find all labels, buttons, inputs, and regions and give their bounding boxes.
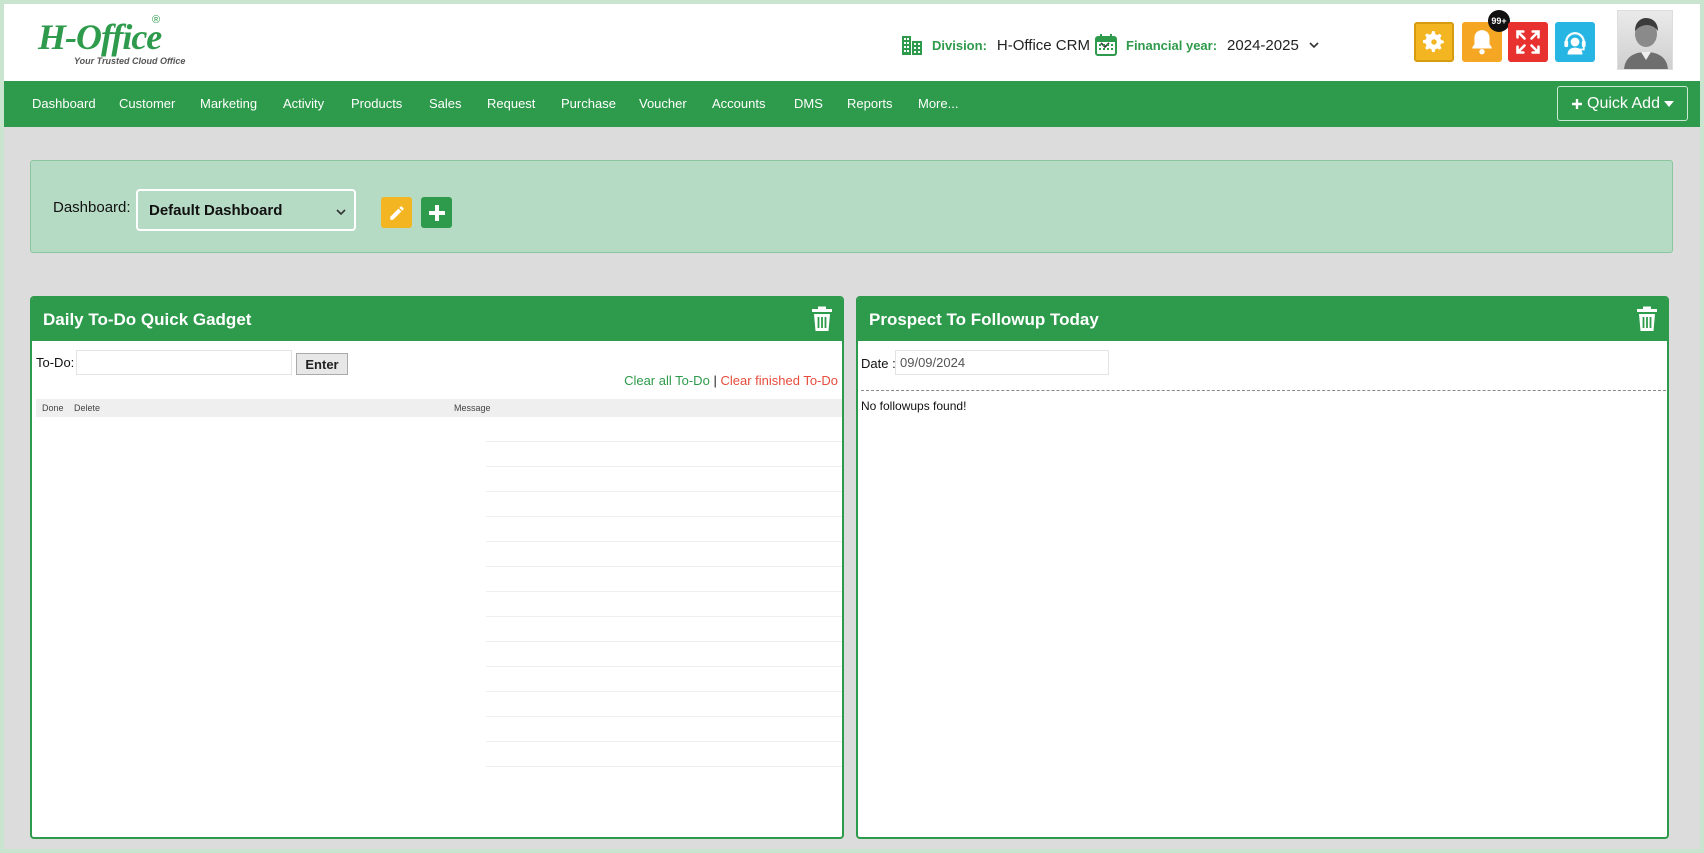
link-separator: | xyxy=(713,373,717,388)
date-input[interactable] xyxy=(895,350,1109,375)
enter-button[interactable]: Enter xyxy=(296,353,348,375)
h-office-logo[interactable]: H-Office ® Your Trusted Cloud Office xyxy=(34,12,185,68)
dashboard-toolbar: Dashboard: Default Dashboard xyxy=(30,160,1673,253)
logo-registered-mark: ® xyxy=(152,14,161,26)
divider xyxy=(861,390,1666,391)
table-row xyxy=(486,667,842,692)
add-dashboard-button[interactable] xyxy=(421,197,452,228)
todo-table-header: Done Delete Message xyxy=(36,399,842,417)
table-row xyxy=(486,417,842,442)
clear-all-todo-link[interactable]: Clear all To-Do xyxy=(624,373,710,388)
division-label: Division: xyxy=(932,37,987,53)
table-row xyxy=(486,642,842,667)
financial-year-value: 2024-2025 xyxy=(1227,36,1299,54)
table-row xyxy=(486,617,842,642)
pencil-icon xyxy=(389,205,404,220)
plus-icon xyxy=(1572,98,1583,109)
edit-dashboard-button[interactable] xyxy=(381,197,412,228)
nav-customer[interactable]: Customer xyxy=(119,81,175,127)
nav-sales[interactable]: Sales xyxy=(429,81,462,127)
clear-links: Clear all To-Do | Clear finished To-Do xyxy=(624,373,838,388)
settings-gear-icon xyxy=(1422,31,1444,52)
user-avatar[interactable] xyxy=(1617,10,1673,70)
clear-finished-todo-link[interactable]: Clear finished To-Do xyxy=(720,373,838,388)
nav-reports[interactable]: Reports xyxy=(847,81,893,127)
notification-count-badge: 99+ xyxy=(1488,10,1510,32)
nav-purchase[interactable]: Purchase xyxy=(561,81,616,127)
quick-add-label: Quick Add xyxy=(1587,94,1660,112)
todo-gadget-header: Daily To-Do Quick Gadget xyxy=(32,298,842,341)
table-row xyxy=(486,692,842,717)
division-value: H-Office CRM xyxy=(996,36,1090,54)
settings-button[interactable] xyxy=(1414,22,1454,62)
table-row xyxy=(486,442,842,467)
dashboard-selected-value: Default Dashboard xyxy=(149,201,283,219)
column-done: Done xyxy=(42,403,64,413)
plus-icon xyxy=(428,204,445,221)
chevron-down-icon xyxy=(336,209,346,216)
nav-activity[interactable]: Activity xyxy=(283,81,324,127)
logo-wordmark: H-Office xyxy=(38,17,162,57)
trash-icon[interactable] xyxy=(1635,306,1659,332)
dashboard-label: Dashboard: xyxy=(53,199,131,216)
user-avatar-icon xyxy=(1624,18,1668,69)
trash-icon[interactable] xyxy=(810,306,834,332)
financial-year-selector[interactable]: Financial year: 2024-2025 xyxy=(1094,30,1319,60)
table-row xyxy=(486,542,842,567)
column-message: Message xyxy=(454,403,491,413)
table-row xyxy=(486,742,842,767)
nav-marketing[interactable]: Marketing xyxy=(200,81,257,127)
column-delete: Delete xyxy=(74,403,101,413)
quick-add-button[interactable]: Quick Add xyxy=(1557,86,1688,121)
empty-followups-message: No followups found! xyxy=(861,399,967,413)
table-row xyxy=(486,517,842,542)
table-row xyxy=(486,567,842,592)
dashboard-select[interactable]: Default Dashboard xyxy=(136,189,356,231)
date-label: Date : xyxy=(861,356,896,371)
todo-table-body xyxy=(486,417,842,767)
todo-label: To-Do: xyxy=(36,355,75,370)
top-header: H-Office ® Your Trusted Cloud Office Div… xyxy=(4,4,1700,81)
nav-voucher[interactable]: Voucher xyxy=(639,81,687,127)
table-row xyxy=(486,467,842,492)
support-button[interactable] xyxy=(1555,22,1595,62)
todo-table: Done Delete Message xyxy=(36,399,842,767)
fullscreen-icon xyxy=(1516,30,1540,54)
nav-products[interactable]: Products xyxy=(351,81,402,127)
followup-gadget-panel: Prospect To Followup Today Date : No fol… xyxy=(856,296,1669,839)
todo-input[interactable] xyxy=(76,350,292,375)
fullscreen-button[interactable] xyxy=(1508,22,1548,62)
financial-year-label: Financial year: xyxy=(1126,37,1218,53)
nav-dashboard[interactable]: Dashboard xyxy=(32,81,96,127)
todo-gadget-panel: Daily To-Do Quick Gadget To-Do: Enter Cl… xyxy=(30,296,844,839)
followup-gadget-title: Prospect To Followup Today xyxy=(869,310,1099,329)
nav-dms[interactable]: DMS xyxy=(794,81,823,127)
todo-gadget-title: Daily To-Do Quick Gadget xyxy=(43,310,252,329)
logo-tagline: Your Trusted Cloud Office xyxy=(74,56,186,66)
division-selector[interactable]: Division: H-Office CRM xyxy=(900,30,1110,60)
support-agent-icon xyxy=(1564,32,1586,55)
chevron-down-icon xyxy=(1309,42,1319,49)
nav-accounts[interactable]: Accounts xyxy=(712,81,765,127)
table-row xyxy=(486,592,842,617)
calendar-icon xyxy=(1095,34,1117,56)
caret-down-icon xyxy=(1663,100,1674,107)
nav-request[interactable]: Request xyxy=(487,81,535,127)
table-row xyxy=(486,717,842,742)
building-icon xyxy=(902,36,922,55)
table-row xyxy=(486,492,842,517)
bell-icon xyxy=(1472,30,1492,55)
nav-more[interactable]: More... xyxy=(918,81,958,127)
main-navigation: Dashboard Customer Marketing Activity Pr… xyxy=(4,81,1700,127)
followup-gadget-header: Prospect To Followup Today xyxy=(858,298,1667,341)
